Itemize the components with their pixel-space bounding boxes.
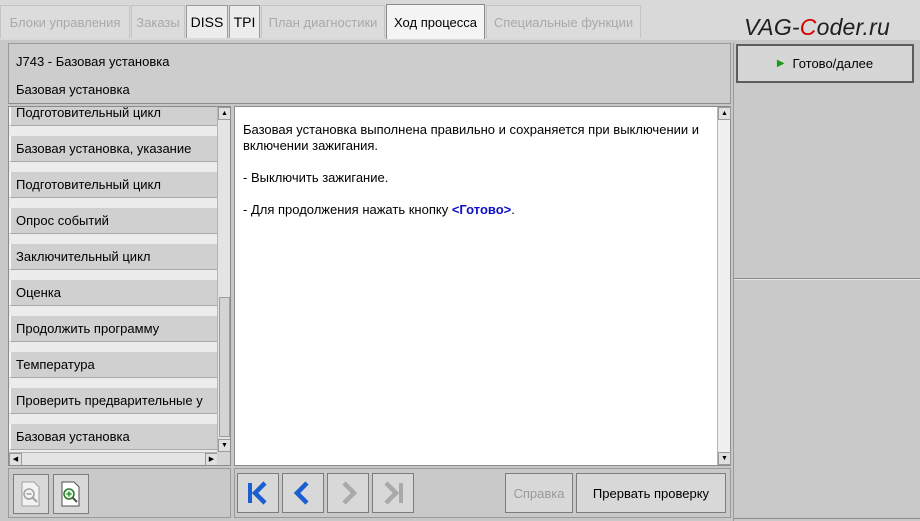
list-item[interactable]: Продолжить программу bbox=[9, 316, 218, 342]
tab-orders[interactable]: Заказы bbox=[131, 5, 185, 38]
content-vertical-scrollbar[interactable]: ▲ ▼ bbox=[717, 107, 731, 465]
done-reference: <Готово> bbox=[451, 202, 512, 217]
play-icon: ▶ bbox=[776, 58, 785, 69]
scroll-thumb[interactable] bbox=[219, 297, 230, 437]
chevron-right-icon bbox=[342, 481, 358, 505]
scroll-up-icon[interactable]: ▲ bbox=[218, 107, 230, 120]
zoom-in-button[interactable] bbox=[53, 474, 89, 514]
watermark-logo: VAG-Coder.ru bbox=[744, 14, 890, 40]
right-panel-divider-bottom bbox=[734, 518, 920, 519]
list-item[interactable]: Проверить предварительные у bbox=[9, 388, 218, 414]
zoom-out-button[interactable] bbox=[13, 474, 49, 514]
instruction-text: Базовая установка выполнена правильно и … bbox=[243, 122, 713, 234]
skip-last-icon bbox=[384, 481, 403, 505]
last-step-button[interactable] bbox=[372, 473, 414, 513]
right-panel-divider bbox=[734, 278, 920, 280]
instruction-panel: Базовая установка выполнена правильно и … bbox=[234, 106, 731, 466]
list-horizontal-scrollbar[interactable]: ◀ ▶ bbox=[9, 452, 218, 465]
header-subtitle: Базовая установка bbox=[16, 82, 130, 97]
tab-control-units[interactable]: Блоки управления bbox=[0, 5, 130, 38]
tab-diagnostic-plan[interactable]: План диагностики bbox=[261, 5, 385, 38]
scroll-down-icon[interactable]: ▼ bbox=[218, 439, 230, 452]
tab-process[interactable]: Ход процесса bbox=[386, 4, 485, 39]
right-panel: ▶ Готово/далее bbox=[733, 43, 920, 521]
tab-special-functions[interactable]: Специальные функции bbox=[486, 5, 641, 38]
tab-bar: Блоки управления Заказы DISS TPI План ди… bbox=[0, 0, 920, 40]
chevron-left-icon bbox=[293, 481, 309, 505]
zoom-out-icon bbox=[21, 481, 40, 507]
header-panel: J743 - Базовая установка Базовая установ… bbox=[8, 43, 731, 104]
step-list: Подготовительный цикл Базовая установка,… bbox=[8, 106, 231, 466]
header-title: J743 - Базовая установка bbox=[16, 54, 170, 69]
tab-diss[interactable]: DISS bbox=[186, 5, 228, 38]
zoom-toolbar bbox=[8, 468, 231, 518]
list-item[interactable]: Температура bbox=[9, 352, 218, 378]
first-step-button[interactable] bbox=[237, 473, 279, 513]
list-item[interactable]: Опрос событий bbox=[9, 208, 218, 234]
skip-first-icon bbox=[248, 481, 267, 505]
list-item[interactable]: Заключительный цикл bbox=[9, 244, 218, 270]
instruction-line: - Выключить зажигание. bbox=[243, 170, 389, 185]
list-item[interactable]: Базовая установка bbox=[9, 424, 218, 450]
scrollbar-corner bbox=[217, 452, 230, 465]
done-next-button[interactable]: ▶ Готово/далее bbox=[736, 44, 914, 83]
abort-test-button[interactable]: Прервать проверку bbox=[576, 473, 726, 513]
list-item[interactable]: Оценка bbox=[9, 280, 218, 306]
instruction-line: - Для продолжения нажать кнопку <Готово>… bbox=[243, 202, 515, 217]
navigation-toolbar: Справка Прервать проверку bbox=[234, 468, 731, 518]
next-step-button[interactable] bbox=[327, 473, 369, 513]
done-next-label: Готово/далее bbox=[792, 56, 874, 71]
help-button[interactable]: Справка bbox=[505, 473, 573, 513]
zoom-in-icon bbox=[61, 481, 80, 507]
previous-step-button[interactable] bbox=[282, 473, 324, 513]
scroll-up-icon[interactable]: ▲ bbox=[718, 107, 731, 120]
step-list-items: Подготовительный цикл Базовая установка,… bbox=[9, 107, 218, 452]
scroll-left-icon[interactable]: ◀ bbox=[9, 453, 22, 465]
list-item[interactable]: Базовая установка, указание bbox=[9, 136, 218, 162]
instruction-line: Базовая установка выполнена правильно и … bbox=[243, 122, 700, 153]
list-item[interactable]: Подготовительный цикл bbox=[9, 107, 218, 126]
list-item[interactable]: Подготовительный цикл bbox=[9, 172, 218, 198]
scroll-down-icon[interactable]: ▼ bbox=[718, 452, 731, 465]
tab-tpi[interactable]: TPI bbox=[229, 5, 260, 38]
list-vertical-scrollbar[interactable]: ▲ ▼ bbox=[217, 107, 230, 452]
